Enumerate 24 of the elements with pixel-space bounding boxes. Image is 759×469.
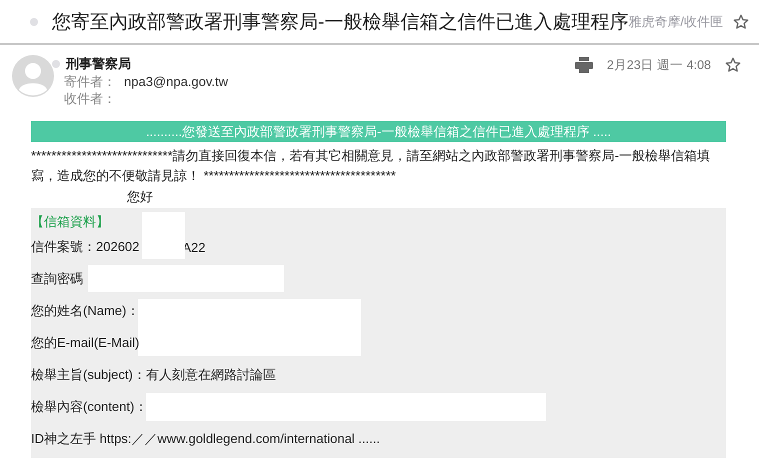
status-dot bbox=[30, 18, 38, 26]
field-text: 查詢密碼 bbox=[31, 270, 83, 288]
from-label: 寄件者： bbox=[64, 73, 116, 90]
field-text: 您的姓名(Name)： bbox=[31, 302, 140, 320]
field-text: ID神之左手 https:／／www.goldlegend.com/international ...... bbox=[31, 430, 380, 448]
notice-text: ****************************請勿直接回復本信，若有其它相關意見，請至網站之內政部警政署刑事警察局-一般檢舉信箱填寫，造成您的不便敬請見諒！ ************************************** bbox=[31, 147, 711, 185]
status-dot bbox=[52, 60, 60, 68]
field-text: 檢舉內容(content)： bbox=[31, 398, 148, 416]
field-text: 檢舉主旨(subject)：有人刻意在網路討論區 bbox=[31, 366, 276, 384]
email-subject: 您寄至內政部警政署刑事警察局-一般檢舉信箱之信件已進入處理程序 bbox=[52, 10, 628, 34]
greeting-text: 您好 bbox=[127, 188, 154, 206]
star-icon[interactable] bbox=[725, 57, 741, 73]
email-date: 2月23日 週一 4:08 bbox=[606, 57, 711, 74]
sender-email: npa3@npa.gov.tw bbox=[124, 73, 228, 90]
section-title: 【信箱資料】 bbox=[31, 213, 110, 231]
printer-icon[interactable] bbox=[574, 57, 593, 73]
field-text: 您的E-mail(E-Mail) bbox=[31, 334, 140, 352]
notice-banner: ..........您發送至內政部警政署刑事警察局-一般檢舉信箱之信件已進入處理程序 ..... bbox=[31, 121, 726, 142]
folder-link[interactable]: 雅虎奇摩/收件匣 bbox=[628, 12, 723, 30]
field-text: 信件案號：202602 bbox=[31, 238, 140, 256]
avatar-icon bbox=[12, 55, 54, 97]
star-icon[interactable] bbox=[733, 14, 749, 30]
sender-name: 刑事警察局 bbox=[66, 55, 131, 73]
to-label: 收件者： bbox=[64, 90, 116, 107]
